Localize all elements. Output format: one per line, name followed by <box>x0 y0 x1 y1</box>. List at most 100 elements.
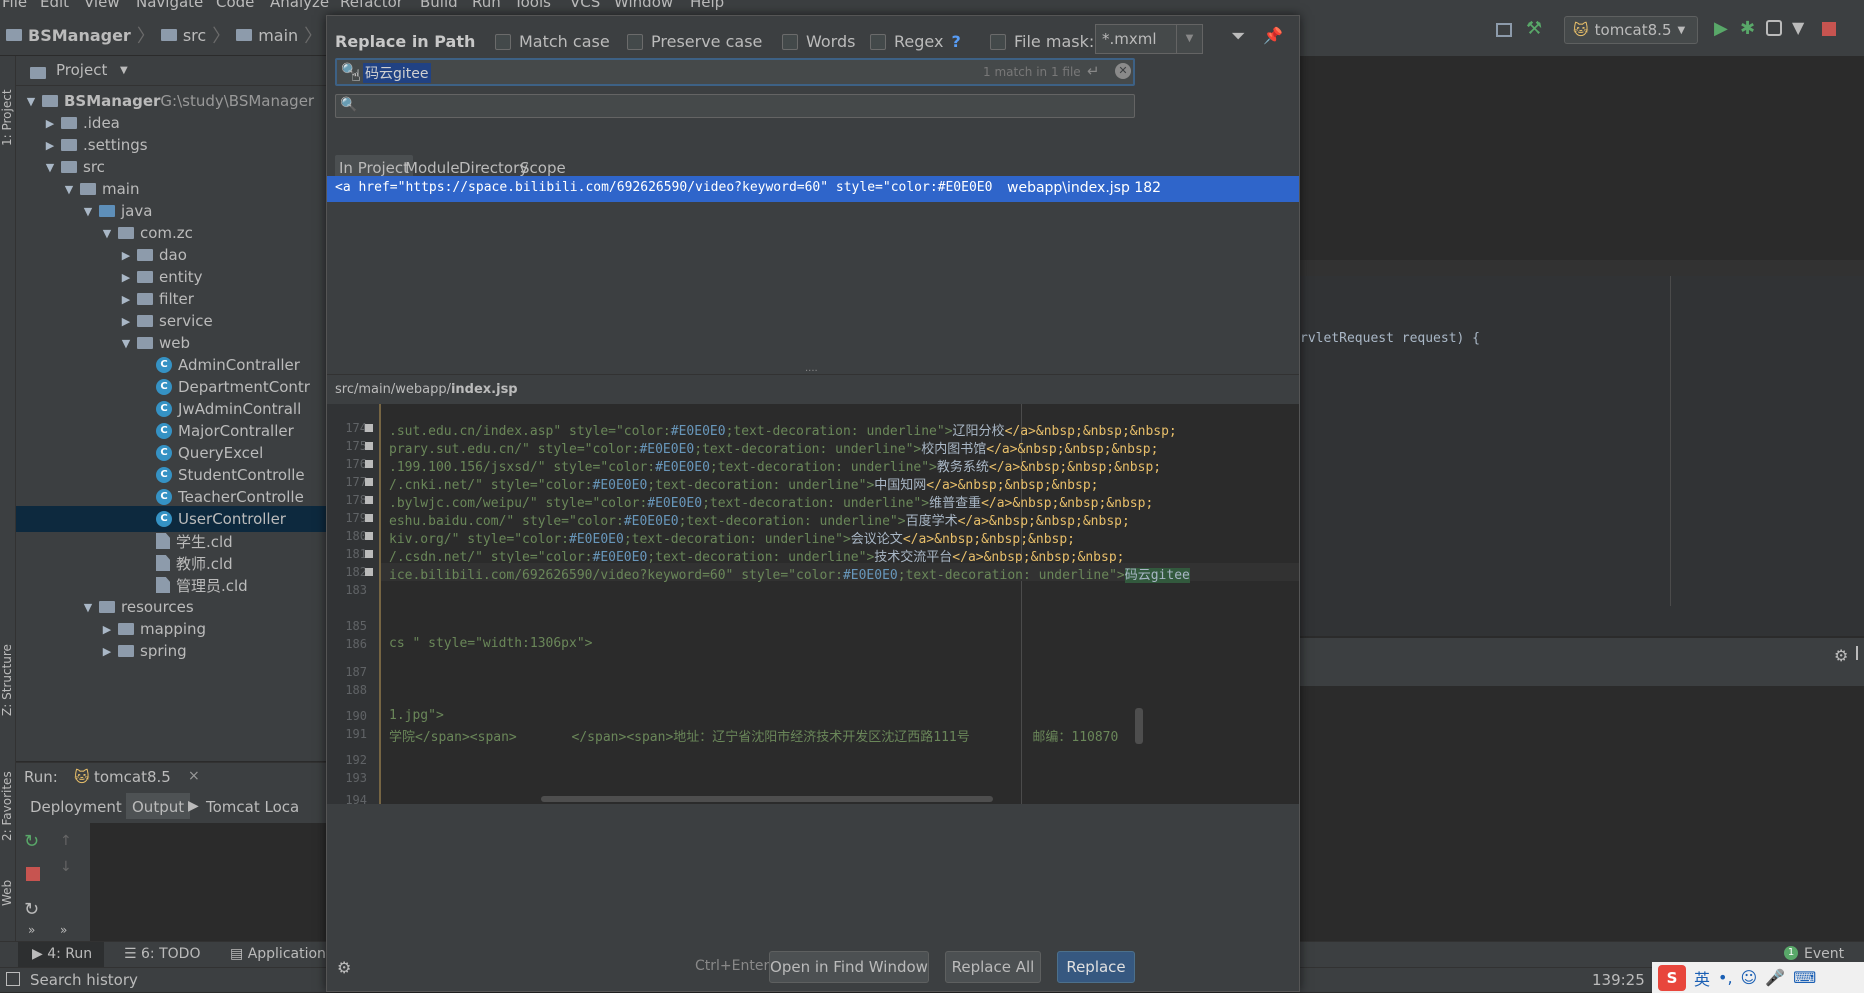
collapse-arrow-icon[interactable]: ▶ <box>119 293 133 306</box>
menu-view[interactable]: View <box>84 0 120 10</box>
replace-all-button[interactable]: Replace All <box>945 951 1041 983</box>
collapse-arrow-icon[interactable]: ▶ <box>43 117 57 130</box>
caret-position[interactable]: 139:25 <box>1592 971 1645 989</box>
gutter-marker[interactable] <box>365 496 373 504</box>
menu-refactor[interactable]: Refactor <box>340 0 403 10</box>
file-mask-select[interactable]: *.mxml ▼ <box>1095 24 1203 54</box>
search-result-row[interactable]: <a href="https://space.bilibili.com/6926… <box>327 176 1299 202</box>
menu-file[interactable]: File <box>2 0 27 10</box>
vertical-scrollbar[interactable] <box>1135 708 1143 744</box>
settings-gear-icon[interactable]: ⚙ <box>1834 646 1848 665</box>
more-icon[interactable]: » <box>28 923 35 937</box>
menu-build[interactable]: Build <box>420 0 458 10</box>
debug-icon[interactable]: ✱ <box>1740 18 1755 39</box>
menu-help[interactable]: Help <box>690 0 724 10</box>
menu-window[interactable]: Window <box>614 0 673 10</box>
ime-language-toggle[interactable]: 英 <box>1694 966 1710 990</box>
microphone-icon[interactable]: 🎤 <box>1765 968 1785 987</box>
search-input[interactable]: 🔍 码云gitee 1 match in 1 file ↵ ✕ <box>335 58 1135 86</box>
stop-icon[interactable] <box>1822 22 1836 36</box>
project-panel-title[interactable]: Project <box>56 61 107 79</box>
run-tool-tab[interactable]: ▶ 4: Run <box>32 946 92 962</box>
expand-arrow-icon[interactable]: ▼ <box>81 601 95 614</box>
expand-arrow-icon[interactable]: ▼ <box>43 161 57 174</box>
expand-arrow-icon[interactable]: ▼ <box>100 227 114 240</box>
terminal-icon[interactable] <box>1496 23 1512 37</box>
project-tool-tab[interactable]: 1: Project <box>0 66 16 146</box>
open-in-find-window-button[interactable]: Open in Find Window <box>769 951 929 983</box>
arrow-up-icon[interactable]: ↑ <box>60 833 72 849</box>
menu-code[interactable]: Code <box>216 0 254 10</box>
file-mask-checkbox[interactable]: File mask: <box>990 32 1094 51</box>
run-config-select[interactable]: 🐱 tomcat8.5 ▼ <box>1564 16 1698 44</box>
menu-tools[interactable]: Tools <box>514 0 551 10</box>
gutter-marker[interactable] <box>365 532 373 540</box>
emoji-icon[interactable]: ☺ <box>1741 968 1758 987</box>
regex-checkbox[interactable]: Regex? <box>870 32 961 51</box>
gutter-marker[interactable] <box>365 550 373 558</box>
arrow-down-icon[interactable]: ↓ <box>60 859 72 875</box>
punctuation-icon[interactable]: •, <box>1718 968 1733 987</box>
expand-arrow-icon[interactable]: ▼ <box>24 95 38 108</box>
newline-icon[interactable]: ↵ <box>1087 62 1100 80</box>
gutter-marker[interactable] <box>365 442 373 450</box>
menu-edit[interactable]: Edit <box>40 0 69 10</box>
replace-input[interactable]: 🔍 <box>335 94 1135 118</box>
chevron-down-icon[interactable]: ▼ <box>120 65 128 76</box>
regex-help-link[interactable]: ? <box>951 32 960 51</box>
collapse-arrow-icon[interactable]: ▶ <box>119 249 133 262</box>
collapse-arrow-icon[interactable]: ▶ <box>43 139 57 152</box>
web-tool-tab[interactable]: Web <box>0 866 16 906</box>
replace-button[interactable]: Replace <box>1057 951 1135 983</box>
restart-icon[interactable]: ↻ <box>24 899 39 920</box>
stop-icon[interactable] <box>26 867 40 881</box>
preserve-case-checkbox[interactable]: Preserve case <box>627 32 762 51</box>
search-icon[interactable]: 🔍 <box>340 97 357 113</box>
breadcrumb-main[interactable]: main <box>258 26 298 45</box>
more-icon[interactable]: » <box>60 923 67 937</box>
gutter-marker[interactable] <box>365 460 373 468</box>
menu-vcs[interactable]: VCS <box>570 0 600 10</box>
hide-panel-icon[interactable] <box>1856 646 1858 660</box>
run-tab-output[interactable]: Output <box>126 793 191 819</box>
collapse-arrow-icon[interactable]: ▶ <box>100 645 114 658</box>
pin-icon[interactable]: 📌 <box>1263 26 1283 45</box>
keyboard-icon[interactable]: ⌨ <box>1793 968 1816 987</box>
collapse-arrow-icon[interactable]: ▶ <box>100 623 114 636</box>
gutter-marker[interactable] <box>365 568 373 576</box>
filter-icon[interactable]: ⏷ <box>1231 26 1245 47</box>
words-checkbox[interactable]: Words <box>782 32 855 51</box>
expand-arrow-icon[interactable]: ▼ <box>81 205 95 218</box>
gutter-marker[interactable] <box>365 478 373 486</box>
gutter-marker[interactable] <box>365 424 373 432</box>
match-case-checkbox[interactable]: Match case <box>495 32 610 51</box>
run-icon[interactable]: ▶ <box>1714 18 1728 39</box>
tree-item[interactable]: ▶ spring <box>16 638 326 664</box>
coverage-icon[interactable] <box>1766 20 1782 36</box>
rerun-icon[interactable]: ↻ <box>24 831 39 852</box>
horizontal-scrollbar[interactable] <box>541 796 993 802</box>
run-tab-tomcat-log[interactable]: Tomcat Loca <box>206 798 299 816</box>
application-tool-tab[interactable]: ▤ Application <box>230 946 326 962</box>
expand-arrow-icon[interactable]: ▼ <box>62 183 76 196</box>
breadcrumb-src[interactable]: src <box>183 26 206 45</box>
toggle-tool-windows-icon[interactable] <box>6 972 20 986</box>
build-hammer-icon[interactable]: ⚒ <box>1526 18 1542 39</box>
collapse-arrow-icon[interactable]: ▶ <box>119 315 133 328</box>
expand-arrow-icon[interactable]: ▼ <box>119 337 133 350</box>
favorites-tool-tab[interactable]: 2: Favorites <box>0 751 16 841</box>
breadcrumb-project[interactable]: BSManager <box>28 26 131 45</box>
sogou-logo[interactable]: S <box>1658 964 1686 991</box>
menu-analyze[interactable]: Analyze <box>270 0 329 10</box>
menu-run[interactable]: Run <box>472 0 501 10</box>
menu-navigate[interactable]: Navigate <box>136 0 203 10</box>
gutter-marker[interactable] <box>365 514 373 522</box>
run-tab-deployment[interactable]: Deployment <box>30 798 122 816</box>
settings-gear-icon[interactable]: ⚙ <box>337 958 351 977</box>
structure-tool-tab[interactable]: Z: Structure <box>0 626 16 716</box>
clear-search-icon[interactable]: ✕ <box>1115 63 1131 79</box>
close-icon[interactable]: × <box>188 768 200 784</box>
profile-icon[interactable]: ▼ <box>1792 18 1804 37</box>
todo-tool-tab[interactable]: ☰ 6: TODO <box>124 946 200 962</box>
run-config-tab[interactable]: tomcat8.5 <box>94 768 171 786</box>
